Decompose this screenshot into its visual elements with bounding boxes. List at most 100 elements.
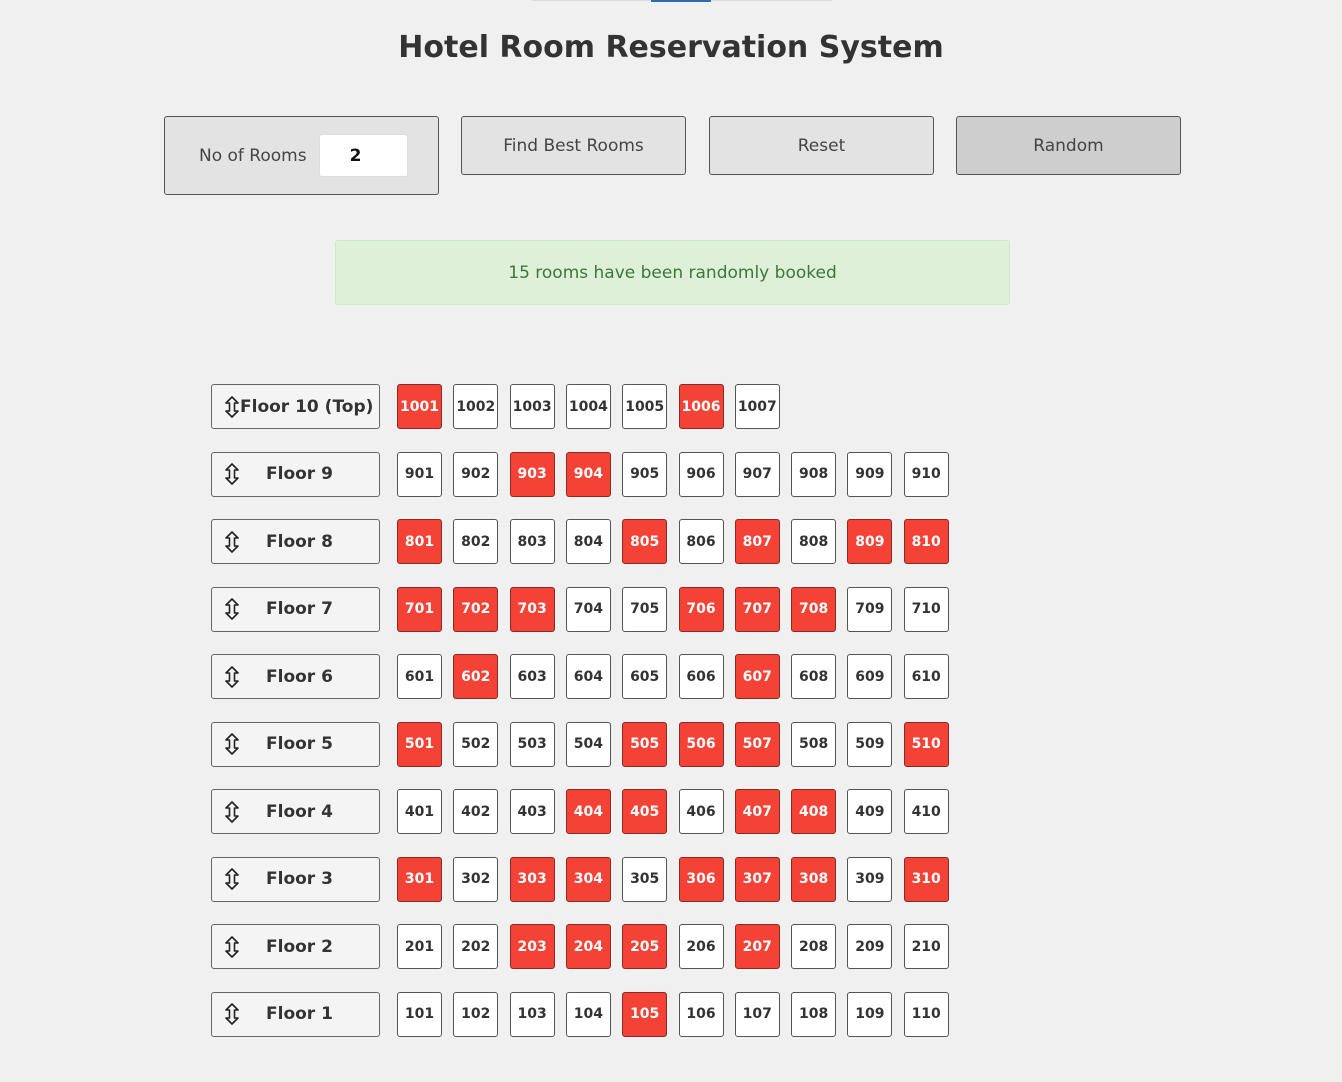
room-available[interactable]: 107 <box>734 991 780 1037</box>
room-booked[interactable]: 1001 <box>397 384 442 429</box>
room-available[interactable]: 104 <box>565 991 611 1037</box>
room-available[interactable]: 508 <box>791 721 837 767</box>
room-available[interactable]: 109 <box>847 991 893 1037</box>
room-booked[interactable]: 306 <box>678 856 724 902</box>
room-available[interactable]: 108 <box>791 991 837 1037</box>
floor-label[interactable]: Floor 7 <box>211 586 380 632</box>
room-booked[interactable]: 904 <box>565 451 611 497</box>
room-available[interactable]: 609 <box>847 654 893 699</box>
room-booked[interactable]: 707 <box>734 586 780 632</box>
room-available[interactable]: 1007 <box>734 384 780 429</box>
room-booked[interactable]: 708 <box>791 586 837 632</box>
room-available[interactable]: 910 <box>903 451 949 497</box>
room-booked[interactable]: 408 <box>791 789 837 834</box>
room-booked[interactable]: 607 <box>734 654 780 699</box>
room-booked[interactable]: 510 <box>903 721 949 767</box>
room-booked[interactable]: 204 <box>565 924 611 969</box>
room-available[interactable]: 202 <box>453 924 499 969</box>
room-booked[interactable]: 701 <box>397 586 442 632</box>
room-booked[interactable]: 810 <box>903 519 949 564</box>
room-booked[interactable]: 702 <box>453 586 499 632</box>
room-booked[interactable]: 703 <box>509 586 555 632</box>
room-available[interactable]: 1004 <box>565 384 611 429</box>
room-available[interactable]: 907 <box>734 451 780 497</box>
room-available[interactable]: 208 <box>791 924 837 969</box>
room-available[interactable]: 309 <box>847 856 893 902</box>
floor-label[interactable]: Floor 6 <box>211 654 380 699</box>
room-available[interactable]: 409 <box>847 789 893 834</box>
room-booked[interactable]: 303 <box>509 856 555 902</box>
floor-label[interactable]: Floor 3 <box>211 856 380 902</box>
room-booked[interactable]: 809 <box>847 519 893 564</box>
room-available[interactable]: 710 <box>903 586 949 632</box>
room-booked[interactable]: 105 <box>622 991 668 1037</box>
find-best-rooms-button[interactable]: Find Best Rooms <box>461 116 686 175</box>
room-available[interactable]: 101 <box>397 991 442 1037</box>
room-available[interactable]: 302 <box>453 856 499 902</box>
floor-label[interactable]: Floor 8 <box>211 519 380 564</box>
room-available[interactable]: 102 <box>453 991 499 1037</box>
room-booked[interactable]: 501 <box>397 721 442 767</box>
room-available[interactable]: 705 <box>622 586 668 632</box>
room-available[interactable]: 403 <box>509 789 555 834</box>
room-available[interactable]: 802 <box>453 519 499 564</box>
room-available[interactable]: 908 <box>791 451 837 497</box>
room-booked[interactable]: 203 <box>509 924 555 969</box>
room-booked[interactable]: 308 <box>791 856 837 902</box>
room-available[interactable]: 604 <box>565 654 611 699</box>
room-booked[interactable]: 807 <box>734 519 780 564</box>
room-available[interactable]: 1002 <box>453 384 499 429</box>
room-booked[interactable]: 404 <box>565 789 611 834</box>
room-available[interactable]: 103 <box>509 991 555 1037</box>
room-available[interactable]: 909 <box>847 451 893 497</box>
room-available[interactable]: 606 <box>678 654 724 699</box>
room-available[interactable]: 410 <box>903 789 949 834</box>
room-available[interactable]: 906 <box>678 451 724 497</box>
room-available[interactable]: 305 <box>622 856 668 902</box>
room-available[interactable]: 806 <box>678 519 724 564</box>
room-booked[interactable]: 307 <box>734 856 780 902</box>
room-available[interactable]: 504 <box>565 721 611 767</box>
room-booked[interactable]: 1006 <box>678 384 724 429</box>
room-booked[interactable]: 805 <box>622 519 668 564</box>
room-booked[interactable]: 506 <box>678 721 724 767</box>
room-booked[interactable]: 505 <box>622 721 668 767</box>
room-available[interactable]: 603 <box>509 654 555 699</box>
room-available[interactable]: 901 <box>397 451 442 497</box>
room-available[interactable]: 905 <box>622 451 668 497</box>
random-button[interactable]: Random <box>956 116 1181 175</box>
room-available[interactable]: 608 <box>791 654 837 699</box>
room-available[interactable]: 503 <box>509 721 555 767</box>
room-booked[interactable]: 205 <box>622 924 668 969</box>
room-available[interactable]: 902 <box>453 451 499 497</box>
room-booked[interactable]: 207 <box>734 924 780 969</box>
floor-label[interactable]: Floor 5 <box>211 721 380 767</box>
room-booked[interactable]: 301 <box>397 856 442 902</box>
room-available[interactable]: 804 <box>565 519 611 564</box>
room-available[interactable]: 502 <box>453 721 499 767</box>
room-booked[interactable]: 507 <box>734 721 780 767</box>
room-booked[interactable]: 801 <box>397 519 442 564</box>
room-available[interactable]: 704 <box>565 586 611 632</box>
room-available[interactable]: 209 <box>847 924 893 969</box>
room-available[interactable]: 402 <box>453 789 499 834</box>
room-available[interactable]: 210 <box>903 924 949 969</box>
room-available[interactable]: 803 <box>509 519 555 564</box>
floor-label[interactable]: Floor 4 <box>211 789 380 834</box>
room-booked[interactable]: 407 <box>734 789 780 834</box>
room-booked[interactable]: 602 <box>453 654 499 699</box>
room-available[interactable]: 401 <box>397 789 442 834</box>
room-booked[interactable]: 405 <box>622 789 668 834</box>
room-available[interactable]: 201 <box>397 924 442 969</box>
room-available[interactable]: 610 <box>903 654 949 699</box>
floor-label[interactable]: Floor 9 <box>211 451 380 497</box>
room-booked[interactable]: 304 <box>565 856 611 902</box>
floor-label[interactable]: Floor 2 <box>211 924 380 969</box>
room-booked[interactable]: 706 <box>678 586 724 632</box>
room-available[interactable]: 1005 <box>622 384 668 429</box>
room-available[interactable]: 106 <box>678 991 724 1037</box>
floor-label[interactable]: Floor 10 (Top) <box>211 384 380 429</box>
room-available[interactable]: 601 <box>397 654 442 699</box>
room-available[interactable]: 1003 <box>509 384 555 429</box>
floor-label[interactable]: Floor 1 <box>211 991 380 1037</box>
